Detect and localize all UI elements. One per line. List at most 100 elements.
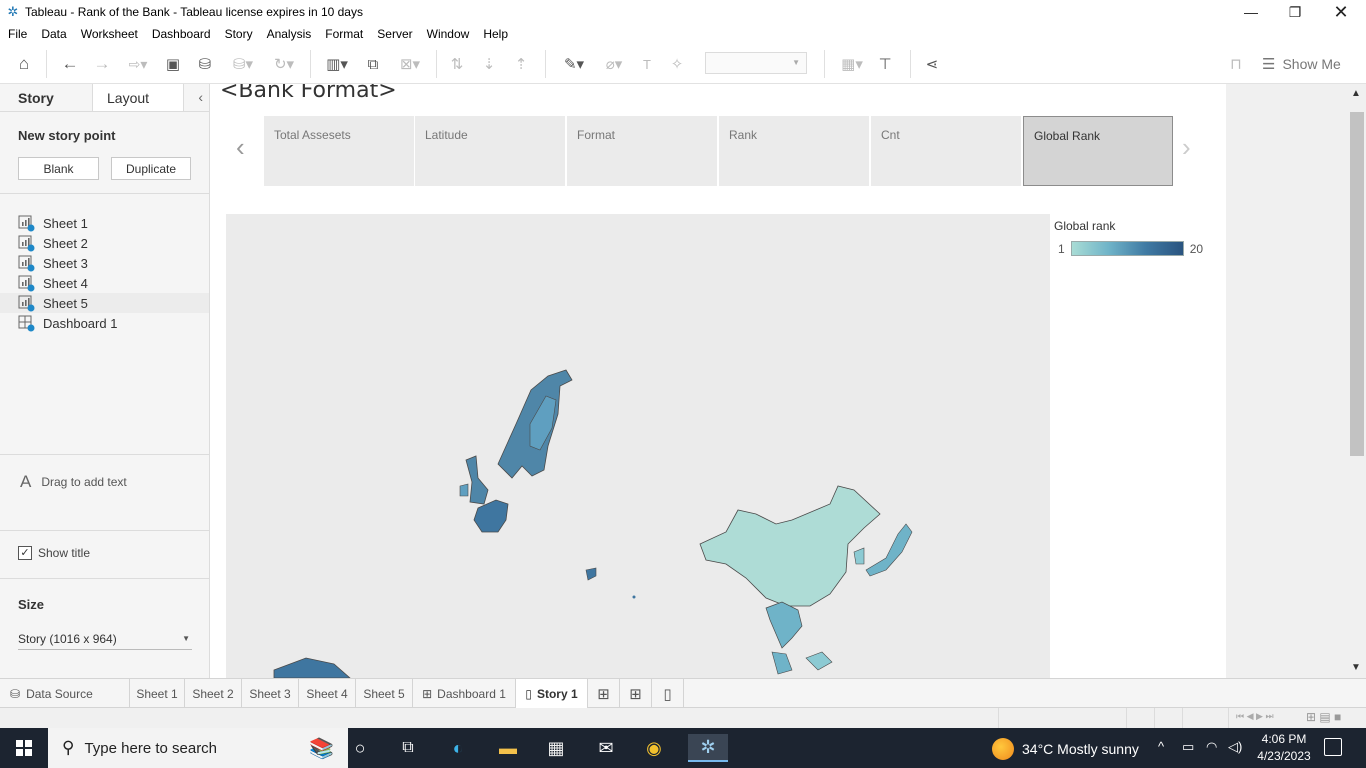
show-mark-labels-icon[interactable]: T [636, 52, 658, 76]
undo-icon[interactable]: ← [58, 52, 82, 76]
menu-data[interactable]: Data [37, 27, 70, 41]
mail-icon[interactable]: ✉ [592, 734, 620, 762]
story-point-rank[interactable]: Rank [719, 116, 869, 186]
story-point-global-rank[interactable]: Global Rank [1023, 116, 1173, 186]
restore-icon[interactable]: ❐ [1272, 0, 1318, 24]
scroll-down-icon[interactable]: ▼ [1351, 662, 1361, 673]
save-icon[interactable]: ▣ [162, 52, 184, 76]
task-view-icon[interactable]: ⧉ [394, 734, 422, 762]
sheet-list-item[interactable]: Sheet 3 [0, 253, 209, 273]
tab-dashboard-1[interactable]: ⊞ Dashboard 1 [413, 679, 516, 708]
taskbar-clock[interactable]: 4:06 PM 4/23/2023 [1254, 731, 1314, 765]
next-story-point-icon[interactable]: › [1182, 132, 1191, 163]
battery-icon[interactable]: ▭ [1182, 739, 1194, 755]
chrome-icon[interactable]: ◉ [640, 734, 668, 762]
show-me-button[interactable]: ☰ Show Me [1262, 55, 1341, 73]
sheet-list-item[interactable]: Dashboard 1 [0, 313, 209, 333]
menu-window[interactable]: Window [423, 27, 474, 41]
wifi-icon[interactable]: ◠ [1206, 739, 1217, 755]
sort-ascending-icon[interactable]: ⇣ [478, 52, 500, 76]
story-point-format[interactable]: Format [567, 116, 717, 186]
home-icon[interactable]: ⌂ [12, 52, 36, 76]
story-point-latitude[interactable]: Latitude [415, 116, 565, 186]
close-icon[interactable]: ✕ [1318, 0, 1364, 24]
color-legend[interactable]: 1 20 [1058, 241, 1203, 256]
tab-layout[interactable]: Layout [92, 84, 184, 111]
tab-story-1[interactable]: ▯ Story 1 [516, 679, 588, 708]
size-select[interactable]: Story (1016 x 964) ▼ [18, 628, 192, 650]
highlight-icon[interactable]: ✎▾ [556, 52, 592, 76]
pause-updates-icon[interactable]: ⛁▾ [224, 52, 262, 76]
tray-chevron-up-icon[interactable]: ^ [1158, 739, 1164, 754]
tab-data-source[interactable]: ⛁ Data Source [0, 679, 130, 708]
page-nav-icon[interactable]: ⏮ ◀ ▶ ⏭ [1236, 711, 1274, 722]
map-region-korea[interactable] [853, 547, 865, 565]
blank-button[interactable]: Blank [18, 157, 99, 180]
menu-file[interactable]: File [4, 27, 31, 41]
new-worksheet-icon[interactable]: ▥▾ [318, 52, 356, 76]
weather-widget[interactable]: 34°C Mostly sunny [992, 738, 1139, 760]
share-icon[interactable]: ⋖ [920, 52, 944, 76]
new-dashboard-tab-icon[interactable]: ⊞ [620, 679, 652, 708]
menu-dashboard[interactable]: Dashboard [148, 27, 215, 41]
presentation-mode-icon[interactable]: ⊤ [874, 52, 896, 76]
menu-format[interactable]: Format [321, 27, 367, 41]
sort-descending-icon[interactable]: ⇡ [510, 52, 532, 76]
scroll-up-icon[interactable]: ▲ [1351, 88, 1361, 99]
story-point-cnt[interactable]: Cnt [871, 116, 1021, 186]
tab-sheet-3[interactable]: Sheet 3 [242, 679, 299, 708]
grid-view-icon[interactable]: ⊞ ▤ ■ [1306, 710, 1341, 724]
view-size-combo[interactable]: ▼ [705, 52, 807, 74]
story-point-total-assesets[interactable]: Total Assesets [264, 116, 414, 186]
tab-sheet-2[interactable]: Sheet 2 [185, 679, 242, 708]
map-view[interactable] [226, 214, 1050, 678]
menu-server[interactable]: Server [373, 27, 416, 41]
show-title-checkbox[interactable]: ✓ [18, 546, 32, 560]
replay-icon[interactable]: ⇨▾ [120, 52, 156, 76]
sheet-list-item[interactable]: Sheet 4 [0, 273, 209, 293]
menu-worksheet[interactable]: Worksheet [77, 27, 142, 41]
sheet-list-item[interactable]: Sheet 1 [0, 213, 209, 233]
vertical-scrollbar[interactable]: ▲ ▼ [1348, 84, 1366, 678]
previous-story-point-icon[interactable]: ‹ [236, 132, 245, 163]
menu-help[interactable]: Help [479, 27, 512, 41]
map-region-island[interactable] [585, 567, 597, 581]
map-region-malaysia[interactable] [771, 651, 793, 675]
new-story-tab-icon[interactable]: ▯ [652, 679, 684, 708]
volume-icon[interactable]: ◁) [1228, 739, 1242, 755]
taskbar-search[interactable]: ⚲ Type here to search 📚 [48, 728, 348, 768]
tab-story[interactable]: Story [0, 84, 92, 111]
refresh-icon[interactable]: ↻▾ [266, 52, 302, 76]
windows-start-icon[interactable] [16, 740, 32, 756]
map-region-small-island[interactable] [632, 595, 636, 599]
map-region-uk[interactable] [465, 455, 489, 505]
edge-icon[interactable]: ◐ [444, 734, 472, 762]
map-region-china[interactable] [699, 485, 881, 607]
menu-analysis[interactable]: Analysis [263, 27, 316, 41]
store-icon[interactable]: ▦ [542, 734, 570, 762]
new-data-source-icon[interactable]: ⛁ [194, 52, 216, 76]
map-region-philippines[interactable] [805, 651, 833, 671]
notification-icon[interactable] [1324, 738, 1342, 756]
sheet-list-item[interactable]: Sheet 2 [0, 233, 209, 253]
menu-story[interactable]: Story [221, 27, 257, 41]
fix-axes-icon[interactable]: ✧ [666, 52, 688, 76]
clear-sheet-icon[interactable]: ⊠▾ [392, 52, 428, 76]
map-region-japan[interactable] [865, 523, 913, 577]
group-members-icon[interactable]: ⌀▾ [596, 52, 632, 76]
collapse-pane-icon[interactable]: ‹ [198, 89, 203, 105]
duplicate-button[interactable]: Duplicate [111, 157, 191, 180]
map-region-ireland[interactable] [459, 483, 469, 497]
file-explorer-icon[interactable]: ▬ [494, 734, 522, 762]
story-title[interactable]: <Bank Format> [220, 84, 397, 103]
map-region-partial[interactable] [273, 657, 351, 678]
swap-icon[interactable]: ⇅ [446, 52, 468, 76]
tab-sheet-5[interactable]: Sheet 5 [356, 679, 413, 708]
pin-icon[interactable]: ⊓ [1224, 52, 1248, 76]
new-worksheet-tab-icon[interactable]: ⊞ [588, 679, 620, 708]
map-region-southeast-asia[interactable] [765, 601, 803, 649]
fit-icon[interactable]: ▦▾ [834, 52, 870, 76]
drag-text-item[interactable]: A Drag to add text [20, 472, 127, 492]
sheet-list-item[interactable]: Sheet 5 [0, 293, 209, 313]
tab-sheet-4[interactable]: Sheet 4 [299, 679, 356, 708]
